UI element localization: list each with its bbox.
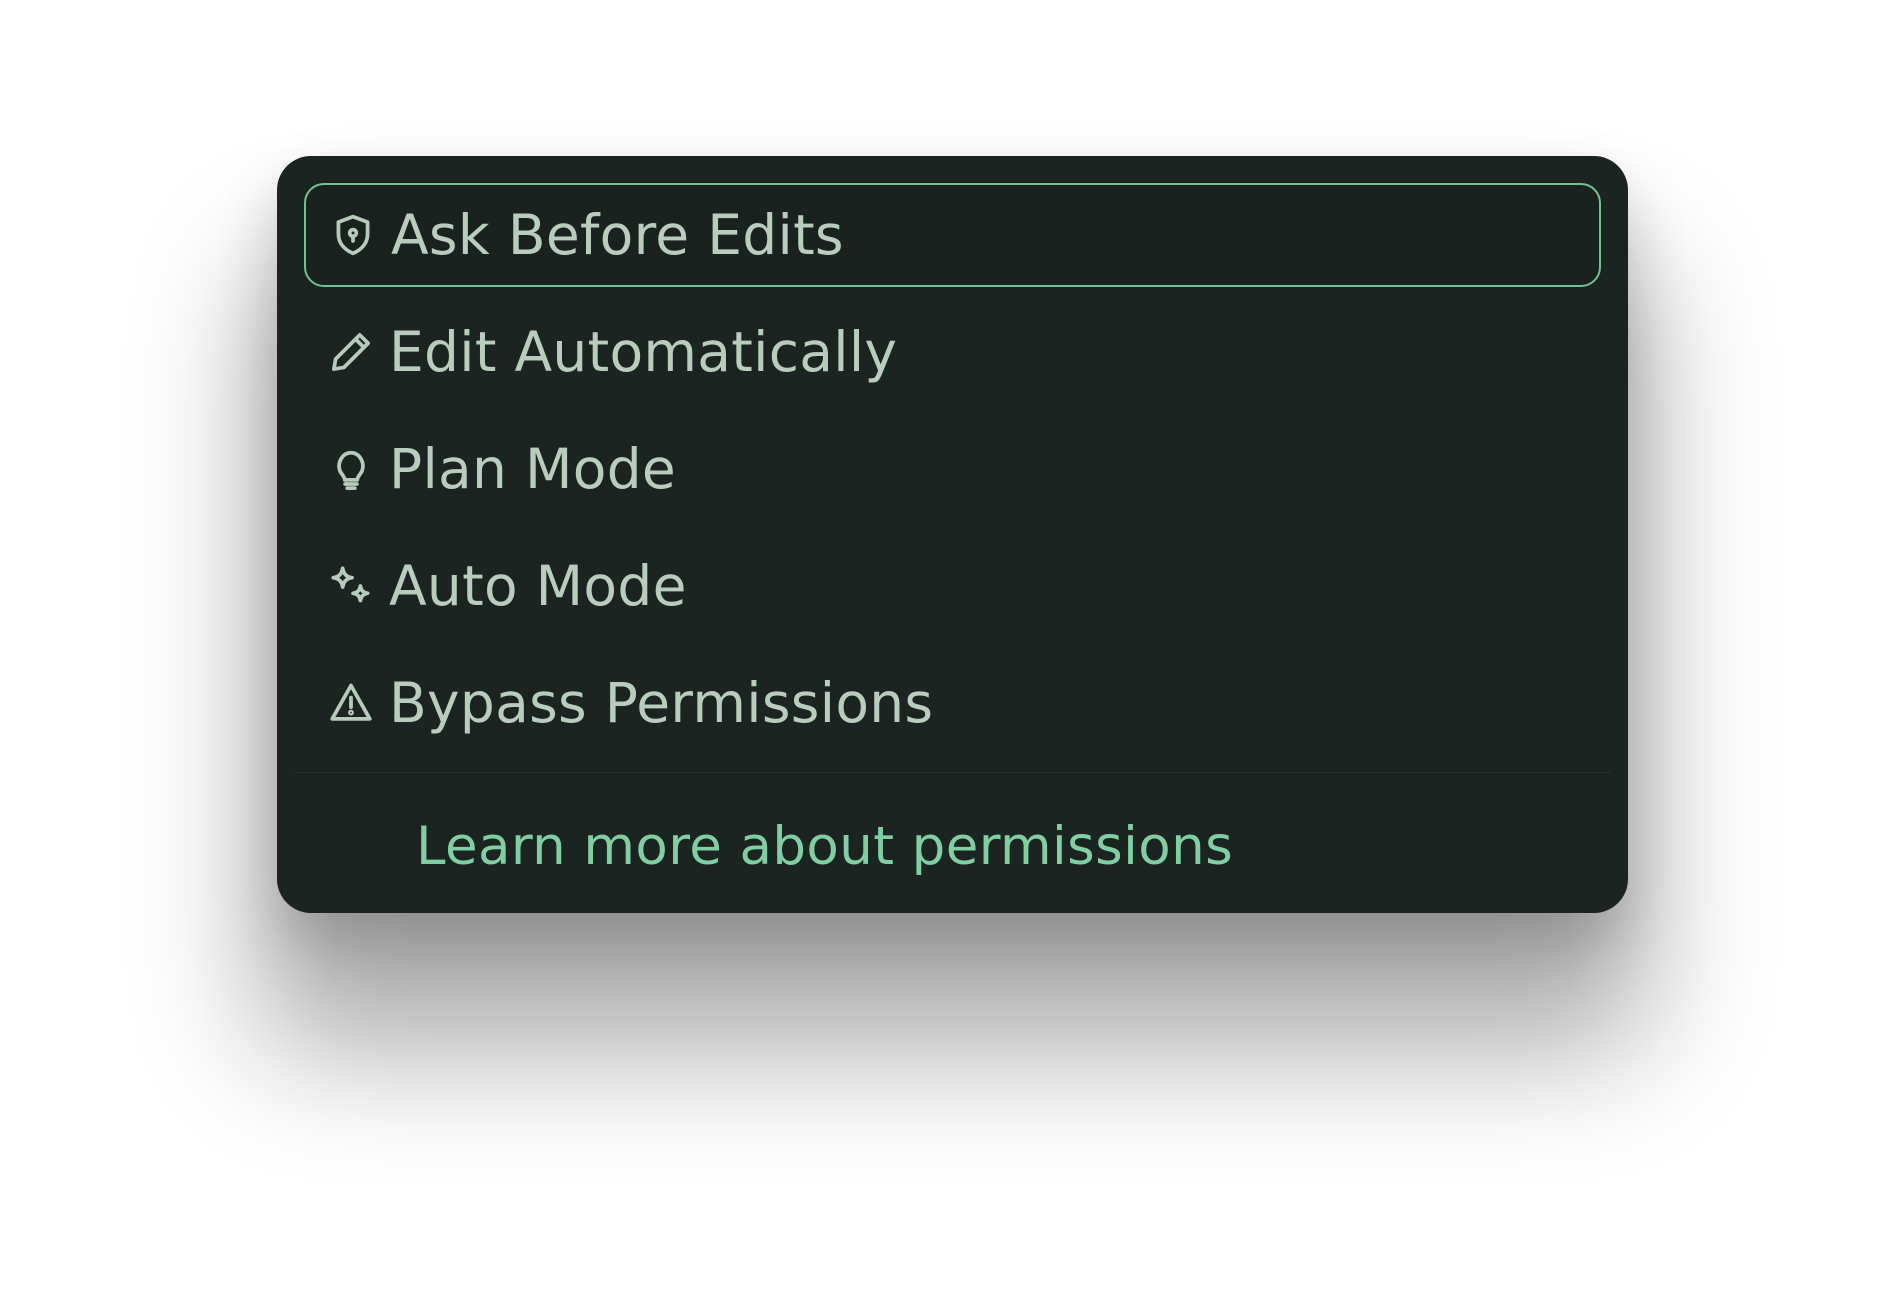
menu-item-edit-automatically[interactable]: Edit Automatically [304, 300, 1601, 404]
menu-item-label: Auto Mode [389, 554, 687, 618]
menu-item-bypass-permissions[interactable]: Bypass Permissions [304, 651, 1601, 755]
menu-item-auto-mode[interactable]: Auto Mode [304, 534, 1601, 638]
sparkles-icon [326, 561, 376, 611]
menu-item-plan-mode[interactable]: Plan Mode [304, 417, 1601, 521]
menu-divider [294, 772, 1611, 773]
menu-item-label: Edit Automatically [389, 320, 898, 384]
shield-lock-icon [328, 210, 378, 260]
menu-item-ask-before-edits[interactable]: Ask Before Edits [304, 183, 1601, 287]
permissions-menu: Ask Before Edits Edit Automatically Plan… [277, 156, 1628, 913]
stage: Ask Before Edits Edit Automatically Plan… [0, 0, 1904, 1310]
lightbulb-icon [326, 444, 376, 494]
menu-item-label: Bypass Permissions [389, 671, 934, 735]
pencil-icon [326, 327, 376, 377]
menu-item-label: Ask Before Edits [391, 203, 844, 267]
menu-item-label: Plan Mode [389, 437, 677, 501]
learn-more-permissions-link[interactable]: Learn more about permissions [416, 797, 1233, 897]
warning-icon [326, 678, 376, 728]
